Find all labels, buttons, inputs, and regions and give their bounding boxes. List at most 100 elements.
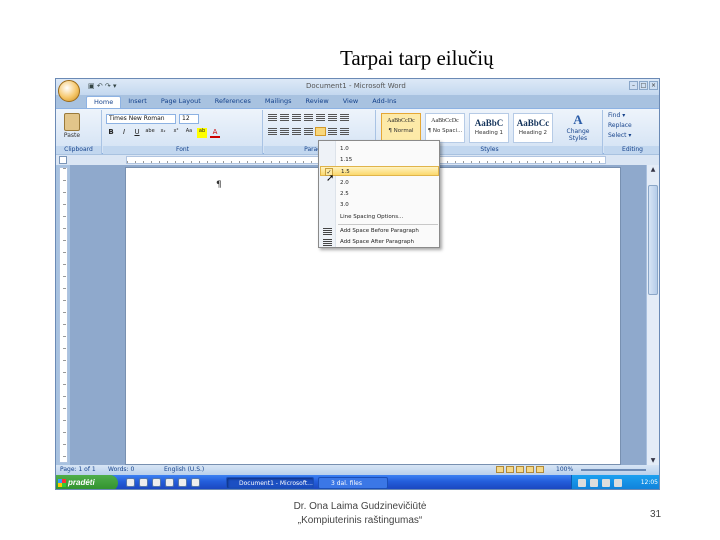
- quick-launch-icon[interactable]: [165, 478, 174, 487]
- tray-icon[interactable]: [578, 479, 586, 487]
- line-spacing-menu: 1.0 1.15 ✓ 1.5 2.0 2.5 3.0 Line Spacing …: [318, 140, 440, 248]
- line-spacing-button[interactable]: [315, 127, 326, 136]
- page-count[interactable]: Page: 1 of 1: [60, 466, 96, 473]
- style-heading-2[interactable]: AaBbCc Heading 2: [513, 113, 553, 143]
- align-right-icon[interactable]: [292, 128, 301, 135]
- quick-launch-icon[interactable]: [178, 478, 187, 487]
- menu-item-spacing-2-0[interactable]: 2.0: [338, 178, 438, 188]
- style-no-spacing[interactable]: AaBbCcDc ¶ No Spaci...: [425, 113, 465, 143]
- scroll-up-icon[interactable]: ▲: [648, 166, 658, 173]
- office-button[interactable]: [58, 80, 80, 102]
- quick-access-toolbar[interactable]: ▣ ↶ ↷ ▾: [88, 82, 117, 90]
- shading-icon[interactable]: [328, 128, 337, 135]
- borders-icon[interactable]: [340, 128, 349, 135]
- superscript-button[interactable]: x²: [171, 128, 181, 138]
- taskbar: pradėti Document1 - Microsoft... 3 dal. …: [56, 475, 659, 489]
- increase-indent-icon[interactable]: [316, 114, 325, 121]
- tab-references[interactable]: References: [208, 96, 258, 108]
- start-label: pradėti: [68, 478, 95, 487]
- subscript-button[interactable]: x₂: [158, 128, 168, 138]
- menu-item-add-space-before[interactable]: Add Space Before Paragraph: [338, 226, 438, 236]
- tray-icon[interactable]: [590, 479, 598, 487]
- font-size-dropdown[interactable]: 12: [179, 114, 199, 124]
- list-buttons: [268, 114, 349, 121]
- tab-review[interactable]: Review: [299, 96, 336, 108]
- web-layout-icon[interactable]: [516, 466, 524, 473]
- menu-item-add-space-after[interactable]: Add Space After Paragraph: [338, 237, 438, 247]
- maximize-icon[interactable]: □: [639, 81, 648, 90]
- draft-icon[interactable]: [536, 466, 544, 473]
- menu-item-line-spacing-options[interactable]: Line Spacing Options...: [338, 212, 438, 222]
- print-layout-icon[interactable]: [496, 466, 504, 473]
- change-styles-button[interactable]: A Change Styles: [561, 112, 595, 142]
- word-count[interactable]: Words: 0: [108, 466, 134, 473]
- footer-course: „Kompiuterinis raštingumas“: [297, 515, 423, 526]
- tab-insert[interactable]: Insert: [121, 96, 154, 108]
- tab-selector[interactable]: [59, 156, 67, 164]
- full-screen-icon[interactable]: [506, 466, 514, 473]
- vertical-ruler[interactable]: [59, 167, 68, 463]
- style-heading-1[interactable]: AaBbC Heading 1: [469, 113, 509, 143]
- taskbar-item-folder[interactable]: 3 dal. files: [318, 477, 388, 489]
- quick-launch-icon[interactable]: [139, 478, 148, 487]
- zoom-level[interactable]: 100%: [556, 466, 573, 473]
- italic-button[interactable]: I: [119, 128, 129, 138]
- menu-separator: [338, 224, 438, 225]
- windows-logo-icon: [58, 479, 66, 487]
- quick-launch-icon[interactable]: [126, 478, 135, 487]
- scroll-thumb[interactable]: [648, 185, 658, 295]
- bullets-icon[interactable]: [268, 114, 277, 121]
- highlight-button[interactable]: ab: [197, 128, 207, 138]
- tab-add-ins[interactable]: Add-Ins: [365, 96, 403, 108]
- scroll-down-icon[interactable]: ▼: [648, 457, 658, 464]
- language-status[interactable]: English (U.S.): [164, 466, 204, 473]
- menu-item-spacing-2-5[interactable]: 2.5: [338, 189, 438, 199]
- menu-item-spacing-1-0[interactable]: 1.0: [338, 144, 438, 154]
- zoom-slider[interactable]: [581, 469, 646, 471]
- paste-button[interactable]: Paste: [60, 113, 84, 143]
- select-button[interactable]: Select ▾: [608, 132, 631, 139]
- editing-group-label: Editing: [604, 146, 659, 154]
- outline-icon[interactable]: [526, 466, 534, 473]
- font-group: Times New Roman 12 B I U abe x₂ x² Aa ab…: [103, 110, 263, 154]
- align-center-icon[interactable]: [280, 128, 289, 135]
- menu-item-spacing-1-15[interactable]: 1.15: [338, 155, 438, 165]
- font-name-dropdown[interactable]: Times New Roman: [106, 114, 176, 124]
- start-button[interactable]: pradėti: [56, 475, 118, 489]
- taskbar-item-word[interactable]: Document1 - Microsoft...: [226, 477, 314, 489]
- show-formatting-icon[interactable]: [340, 114, 349, 121]
- quick-launch-icon[interactable]: [191, 478, 200, 487]
- tab-home[interactable]: Home: [86, 96, 122, 108]
- window-controls: – □ ×: [629, 81, 658, 90]
- tray-icon[interactable]: [602, 479, 610, 487]
- vertical-scrollbar[interactable]: ▲ ▼: [646, 165, 659, 465]
- menu-item-spacing-3-0[interactable]: 3.0: [338, 200, 438, 210]
- justify-icon[interactable]: [304, 128, 313, 135]
- replace-button[interactable]: Replace: [608, 122, 632, 129]
- font-color-button[interactable]: A: [210, 128, 220, 138]
- align-left-icon[interactable]: [268, 128, 277, 135]
- tab-page-layout[interactable]: Page Layout: [154, 96, 208, 108]
- sort-icon[interactable]: [328, 114, 337, 121]
- slide-title: Tarpai tarp eilučių: [340, 46, 494, 70]
- decrease-indent-icon[interactable]: [304, 114, 313, 121]
- view-buttons: [496, 466, 544, 473]
- change-case-button[interactable]: Aa: [184, 128, 194, 138]
- find-button[interactable]: Find ▾: [608, 112, 625, 119]
- font-group-label: Font: [103, 146, 262, 154]
- numbering-icon[interactable]: [280, 114, 289, 121]
- underline-button[interactable]: U: [132, 128, 142, 138]
- quick-launch-icon[interactable]: [152, 478, 161, 487]
- tab-mailings[interactable]: Mailings: [258, 96, 299, 108]
- space-before-icon: [323, 228, 332, 235]
- close-icon[interactable]: ×: [649, 81, 658, 90]
- tab-view[interactable]: View: [336, 96, 365, 108]
- bold-button[interactable]: B: [106, 128, 116, 138]
- multilevel-list-icon[interactable]: [292, 114, 301, 121]
- style-normal[interactable]: AaBbCcDc ¶ Normal: [381, 113, 421, 143]
- strikethrough-button[interactable]: abe: [145, 128, 155, 138]
- menu-item-spacing-1-5[interactable]: ✓ 1.5: [320, 166, 439, 176]
- slide-page-number: 31: [650, 509, 662, 520]
- tray-icon[interactable]: [614, 479, 622, 487]
- minimize-icon[interactable]: –: [629, 81, 638, 90]
